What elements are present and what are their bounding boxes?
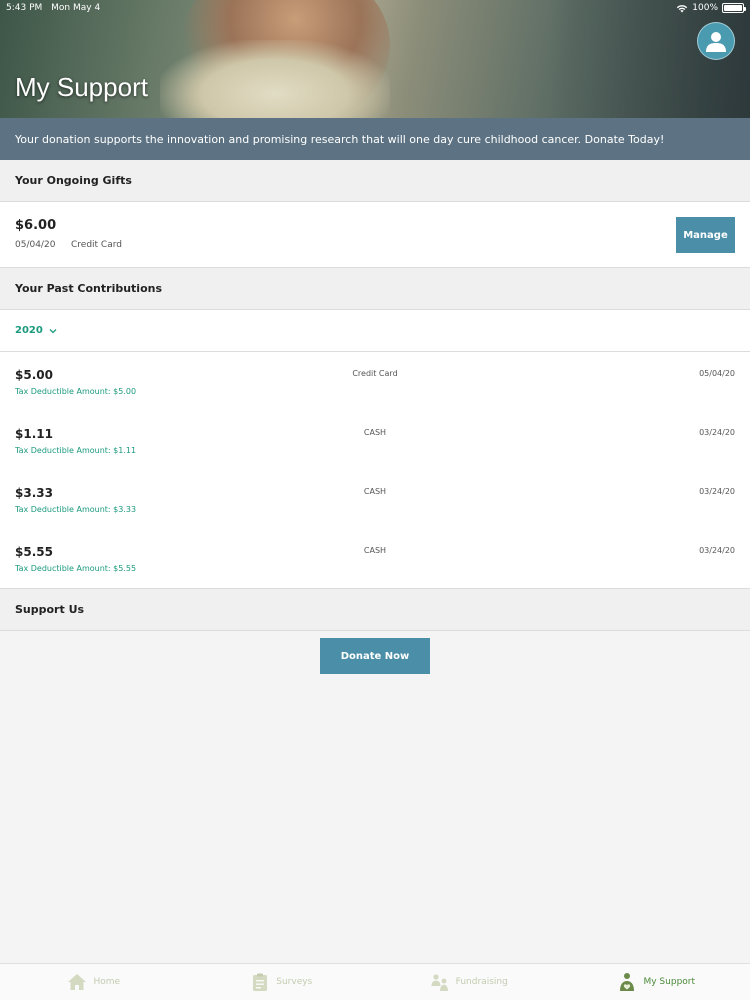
contribution-method: CASH	[363, 487, 387, 496]
contribution-row: $5.00 Tax Deductible Amount: $5.00 Credi…	[0, 352, 750, 411]
chevron-down-icon	[49, 328, 57, 333]
contribution-date: 03/24/20	[699, 487, 735, 496]
tab-home-label: Home	[93, 977, 121, 987]
battery-icon	[722, 3, 746, 13]
ongoing-gift-method: Credit Card	[71, 240, 122, 250]
support-us-header: Support Us	[0, 589, 750, 631]
contribution-tax-amount: Tax Deductible Amount: $3.33	[15, 505, 137, 514]
year-dropdown-value: 2020	[15, 325, 43, 336]
support-area: Donate Now	[0, 631, 750, 963]
header-hero-image: My Support	[0, 0, 750, 118]
support-us-heading: Support Us	[15, 603, 85, 616]
tab-surveys[interactable]: Surveys	[188, 964, 376, 1000]
contribution-tax-amount: Tax Deductible Amount: $1.11	[15, 446, 137, 455]
past-contributions-header: Your Past Contributions	[0, 268, 750, 310]
hero-photo-shirt	[160, 40, 390, 118]
tab-fundraising-label: Fundraising	[455, 977, 508, 987]
contribution-row: $5.55 Tax Deductible Amount: $5.55 CASH …	[0, 529, 750, 588]
support-icon	[620, 973, 635, 991]
status-date: Mon May 4	[51, 3, 101, 13]
contribution-amount: $5.00	[15, 368, 53, 382]
tab-my-support-label: My Support	[643, 977, 696, 987]
contribution-date: 05/04/20	[699, 369, 735, 378]
contribution-amount: $1.11	[15, 427, 53, 441]
contribution-tax-amount: Tax Deductible Amount: $5.55	[15, 564, 137, 573]
contribution-method: CASH	[363, 428, 387, 437]
banner-text: Your donation supports the innovation an…	[15, 132, 665, 146]
manage-button[interactable]: Manage	[676, 217, 735, 253]
home-icon	[68, 974, 87, 990]
tab-home[interactable]: Home	[0, 964, 188, 1000]
profile-avatar-button[interactable]	[697, 22, 735, 60]
ongoing-gift-row: $6.00 05/04/20 Credit Card Manage	[0, 202, 750, 268]
contribution-amount: $5.55	[15, 545, 53, 559]
past-contributions-heading: Your Past Contributions	[15, 282, 163, 295]
battery-percent: 100%	[692, 3, 718, 13]
contributions-list: $5.00 Tax Deductible Amount: $5.00 Credi…	[0, 352, 750, 589]
status-time: 5:43 PM	[6, 3, 43, 13]
ongoing-gift-date: 05/04/20	[15, 240, 56, 250]
ongoing-gifts-header: Your Ongoing Gifts	[0, 160, 750, 202]
user-icon	[706, 32, 726, 52]
year-dropdown[interactable]: 2020	[15, 325, 57, 336]
contribution-tax-amount: Tax Deductible Amount: $5.00	[15, 387, 137, 396]
contribution-amount: $3.33	[15, 486, 53, 500]
year-filter-row: 2020	[0, 310, 750, 352]
ongoing-gifts-heading: Your Ongoing Gifts	[15, 174, 132, 187]
contribution-row: $1.11 Tax Deductible Amount: $1.11 CASH …	[0, 411, 750, 470]
page-title: My Support	[15, 72, 148, 102]
contribution-row: $3.33 Tax Deductible Amount: $3.33 CASH …	[0, 470, 750, 529]
donation-banner: Your donation supports the innovation an…	[0, 118, 750, 160]
tab-my-support[interactable]: My Support	[563, 964, 750, 1000]
people-icon	[431, 974, 448, 991]
tab-fundraising[interactable]: Fundraising	[375, 964, 563, 1000]
donate-now-button[interactable]: Donate Now	[320, 638, 430, 674]
bottom-tab-bar: Home Surveys Fundraising My Support	[0, 963, 750, 1000]
tab-surveys-label: Surveys	[276, 977, 313, 987]
contribution-date: 03/24/20	[699, 546, 735, 555]
main-content: Your Ongoing Gifts $6.00 05/04/20 Credit…	[0, 160, 750, 963]
contribution-method: CASH	[363, 546, 387, 555]
contribution-method: Credit Card	[352, 369, 398, 378]
status-bar: 5:43 PM Mon May 4 100%	[0, 0, 750, 16]
ongoing-gift-amount: $6.00	[15, 218, 57, 233]
clipboard-icon	[253, 973, 268, 991]
wifi-icon	[677, 4, 688, 12]
contribution-date: 03/24/20	[699, 428, 735, 437]
battery-level	[724, 5, 742, 11]
